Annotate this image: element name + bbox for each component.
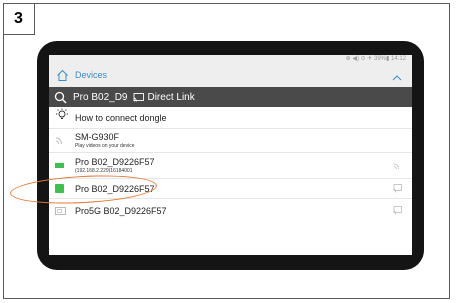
cast-icon bbox=[133, 92, 145, 102]
status-bar: ⊕ ◀) ⊙ ✈ 39%▮ 14:12 bbox=[49, 55, 412, 63]
home-icon[interactable] bbox=[56, 69, 69, 82]
step-number: 3 bbox=[3, 3, 35, 35]
list-item-name: How to connect dongle bbox=[75, 112, 167, 123]
list-item-subtitle: (192.168.2.229)16184001 bbox=[75, 168, 133, 174]
list-item-subtitle: Play videos on your device bbox=[75, 143, 135, 149]
page-title: Devices bbox=[75, 70, 108, 80]
tablet-device: ⊕ ◀) ⊙ ✈ 39%▮ 14:12 Devices Pro B02_D9 D… bbox=[37, 41, 424, 270]
list-item-pro5g-b02[interactable]: Pro5G B02_D9226F57 bbox=[49, 199, 412, 223]
list-item-name: Pro B02_D9226F57 bbox=[75, 157, 155, 167]
connect-icon[interactable] bbox=[393, 202, 402, 220]
list-item-sm-g930f[interactable]: SM-G930F Play videos on your device bbox=[49, 129, 412, 153]
list-item-pro-b02[interactable]: Pro B02_D9226F57 bbox=[49, 179, 412, 199]
devices-header: Devices bbox=[49, 63, 412, 87]
signal-icon bbox=[393, 157, 402, 175]
status-text: ⊕ ◀) ⊙ ✈ 39%▮ 14:12 bbox=[345, 56, 406, 62]
lightbulb-icon bbox=[55, 108, 69, 127]
connect-icon[interactable] bbox=[393, 180, 402, 198]
device-icon bbox=[55, 163, 64, 168]
list-item-how-to-connect[interactable]: How to connect dongle bbox=[49, 107, 412, 129]
list-item-name: SM-G930F bbox=[75, 132, 120, 142]
device-icon bbox=[55, 184, 64, 193]
dongle-icon bbox=[55, 202, 66, 220]
search-term[interactable]: Pro B02_D9 bbox=[73, 92, 127, 103]
search-icon[interactable] bbox=[54, 91, 67, 104]
search-bar[interactable]: Pro B02_D9 Direct Link bbox=[49, 87, 412, 107]
chevron-up-icon[interactable] bbox=[392, 70, 402, 81]
cast-device-icon bbox=[55, 132, 66, 150]
list-item-name: Pro B02_D9226F57 bbox=[75, 183, 155, 194]
list-item-name: Pro5G B02_D9226F57 bbox=[75, 206, 167, 216]
list-item-pro-b02-ip[interactable]: Pro B02_D9226F57 (192.168.2.229)16184001 bbox=[49, 153, 412, 179]
tablet-screen: ⊕ ◀) ⊙ ✈ 39%▮ 14:12 Devices Pro B02_D9 D… bbox=[49, 55, 412, 255]
direct-link-label[interactable]: Direct Link bbox=[147, 92, 194, 103]
